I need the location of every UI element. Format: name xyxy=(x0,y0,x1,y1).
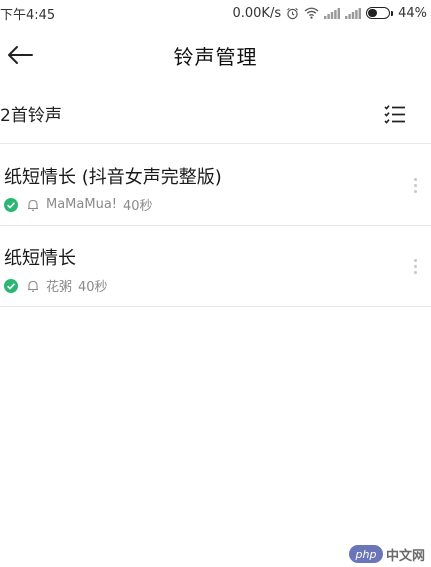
back-button[interactable] xyxy=(0,26,40,84)
checklist-icon xyxy=(384,104,405,124)
signal-icon xyxy=(324,7,341,19)
check-circle-icon xyxy=(4,197,18,212)
more-options-button[interactable] xyxy=(409,254,421,278)
status-indicators: 0.00K/s 44% xyxy=(232,6,427,21)
ringtone-artist: MaMaMua! xyxy=(46,197,117,212)
list-item[interactable]: 纸短情长 花粥 40秒 xyxy=(0,226,431,307)
signal-icon xyxy=(345,7,362,19)
ringtone-meta: MaMaMua! 40秒 xyxy=(4,195,153,214)
php-logo: php xyxy=(349,545,383,563)
status-time: 下午4:45 xyxy=(0,7,56,23)
ringtone-artist: 花粥 xyxy=(46,280,73,295)
more-vertical-icon xyxy=(413,258,417,262)
ringtone-duration: 40秒 xyxy=(123,199,153,214)
battery-level-fill xyxy=(368,9,377,17)
status-bar: 下午4:45 0.00K/s 44% xyxy=(0,0,431,26)
alarm-icon xyxy=(286,7,299,20)
ringtone-title: 纸短情长 (抖音女声完整版) xyxy=(4,167,222,188)
more-vertical-icon xyxy=(413,177,417,181)
list-item[interactable]: 纸短情长 (抖音女声完整版) MaMaMua! 40秒 xyxy=(0,145,431,226)
ringtone-meta: 花粥 40秒 xyxy=(4,276,108,295)
site-watermark: php 中文网 xyxy=(345,541,431,567)
bell-icon xyxy=(26,198,40,212)
battery-icon xyxy=(366,7,394,19)
ringtone-count-bar: 2首铃声 xyxy=(0,84,431,144)
page-title: 铃声管理 xyxy=(173,44,258,69)
check-circle-icon xyxy=(4,278,18,293)
ringtone-duration: 40秒 xyxy=(78,280,108,295)
ringtone-title: 纸短情长 xyxy=(4,248,76,269)
network-speed: 0.00K/s xyxy=(232,5,282,21)
ringtone-count: 2首铃声 xyxy=(0,106,62,126)
bell-icon xyxy=(26,279,40,293)
arrow-left-icon xyxy=(8,46,33,64)
title-bar: 铃声管理 xyxy=(0,26,431,84)
more-options-button[interactable] xyxy=(409,173,421,197)
batch-manage-button[interactable] xyxy=(375,94,415,134)
watermark-text: 中文网 xyxy=(386,548,426,564)
wifi-icon xyxy=(304,7,319,19)
battery-percent: 44% xyxy=(398,5,427,21)
ringtone-list: 纸短情长 (抖音女声完整版) MaMaMua! 40秒 纸短情长 花粥 40秒 xyxy=(0,145,431,307)
